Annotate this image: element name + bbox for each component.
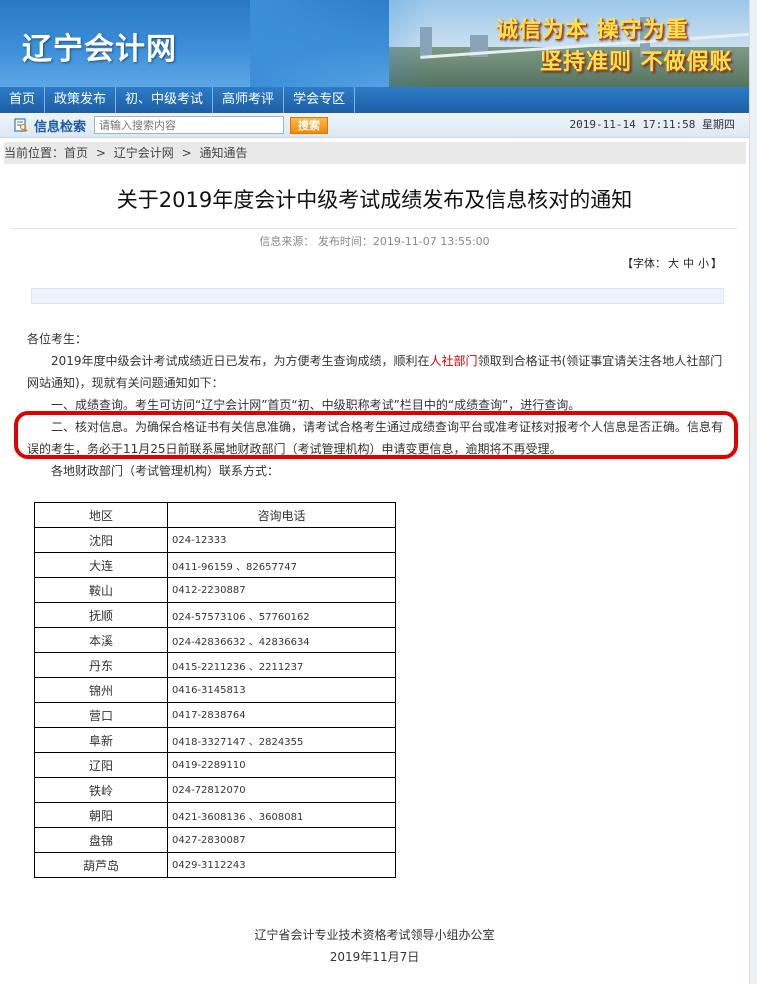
- search-button[interactable]: 搜索: [290, 116, 329, 134]
- table-row: 大连 0411-96159 、82657747: [34, 552, 396, 578]
- column-header-phone: 咨询电话: [167, 502, 396, 528]
- phone-cell: 0412-2230887: [167, 577, 396, 603]
- region-cell: 丹东: [34, 652, 168, 678]
- region-cell: 沈阳: [34, 527, 168, 553]
- phone-cell: 0417-2838764: [167, 702, 396, 728]
- page-scrollbar[interactable]: [749, 0, 757, 984]
- table-row: 抚顺 024-57573106 、57760162: [34, 602, 396, 628]
- slogan-line-2: 坚持准则 不做假账: [540, 49, 733, 75]
- table-row: 本溪 024-42836632 、42836634: [34, 627, 396, 653]
- region-cell: 锦州: [34, 677, 168, 703]
- region-cell: 阜新: [34, 727, 168, 753]
- font-size-switcher: 【字体：大中小】: [622, 255, 722, 271]
- search-icon: [14, 118, 28, 132]
- table-row: 盘锦 0427-2830087: [34, 827, 396, 853]
- font-size-close: 】: [711, 257, 722, 270]
- breadcrumb-separator: >: [95, 146, 106, 160]
- highlight-annotation: [14, 411, 738, 459]
- nav-item-policy[interactable]: 政策发布: [45, 87, 117, 113]
- breadcrumb-site[interactable]: 辽宁会计网: [114, 146, 174, 160]
- nav-item-society[interactable]: 学会专区: [284, 87, 356, 113]
- nav-item-home[interactable]: 首页: [0, 87, 46, 113]
- region-cell: 抚顺: [34, 602, 168, 628]
- table-row: 辽阳 0419-2289110: [34, 752, 396, 778]
- breadcrumb-separator: >: [181, 146, 192, 160]
- phone-cell: 024-42836632 、42836634: [167, 627, 396, 653]
- main-nav: 首页 政策发布 初、中级考试 高师考评 学会专区: [0, 87, 749, 113]
- phone-cell: 0416-3145813: [167, 677, 396, 703]
- table-row: 朝阳 0421-3608136 、3608081: [34, 802, 396, 828]
- phone-cell: 024-12333: [167, 527, 396, 553]
- paragraph-contacts-intro: 各地财政部门（考试管理机构）联系方式：: [51, 464, 280, 478]
- font-size-medium[interactable]: 中: [683, 257, 694, 270]
- search-input[interactable]: [94, 116, 285, 134]
- phone-cell: 024-72812070: [167, 777, 396, 803]
- table-row: 锦州 0416-3145813: [34, 677, 396, 703]
- title-divider: [12, 228, 737, 229]
- region-cell: 本溪: [34, 627, 168, 653]
- paragraph-intro: 2019年度中级会计考试成绩近日已发布，为方便考生查询成绩，顺利在人社部门领取到…: [27, 350, 723, 394]
- article-meta: 信息来源： 发布时间：2019-11-07 13:55:00: [259, 235, 490, 248]
- nav-item-exam[interactable]: 初、中级考试: [116, 87, 214, 113]
- table-header-row: 地区 咨询电话: [34, 502, 396, 528]
- search-label: 信息检索: [34, 119, 87, 135]
- phone-cell: 024-57573106 、57760162: [167, 602, 396, 628]
- article-signature: 辽宁省会计专业技术资格考试领导小组办公室 2019年11月7日: [0, 924, 749, 968]
- region-cell: 葫芦岛: [34, 852, 168, 878]
- table-row: 沈阳 024-12333: [34, 527, 396, 553]
- slogan-line-1: 诚信为本 操守为重: [496, 17, 689, 43]
- region-cell: 铁岭: [34, 777, 168, 803]
- table-row: 营口 0417-2838764: [34, 702, 396, 728]
- phone-cell: 0429-3112243: [167, 852, 396, 878]
- notice-bar: [31, 288, 724, 304]
- signature-org: 辽宁省会计专业技术资格考试领导小组办公室: [254, 928, 495, 942]
- page: 辽宁会计网 诚信为本 操守为重 坚持准则 不做假账 首页 政策发布 初、中级考试…: [0, 0, 749, 984]
- table-row: 铁岭 024-72812070: [34, 777, 396, 803]
- signature-date: 2019年11月7日: [329, 950, 420, 964]
- phone-cell: 0415-2211236 、2211237: [167, 652, 396, 678]
- current-datetime: 2019-11-14 17:11:58 星期四: [569, 118, 735, 131]
- search-bar: 信息检索 搜索 2019-11-14 17:11:58 星期四: [0, 113, 749, 138]
- table-row: 鞍山 0412-2230887: [34, 577, 396, 603]
- phone-cell: 0427-2830087: [167, 827, 396, 853]
- phone-cell: 0419-2289110: [167, 752, 396, 778]
- paragraph-text: 2019年度中级会计考试成绩近日已发布，为方便考生查询成绩，顺利在: [51, 354, 430, 368]
- font-size-label: 【字体：: [622, 257, 666, 270]
- font-size-large[interactable]: 大: [668, 257, 679, 270]
- site-banner: 辽宁会计网 诚信为本 操守为重 坚持准则 不做假账: [0, 0, 749, 87]
- breadcrumb-prefix: 当前位置：: [4, 146, 65, 160]
- region-cell: 盘锦: [34, 827, 168, 853]
- contact-table: 地区 咨询电话 沈阳 024-12333 大连 0411-96159 、826577…: [34, 502, 396, 878]
- greeting: 各位考生：: [27, 332, 88, 346]
- breadcrumb-home[interactable]: 首页: [64, 146, 88, 160]
- phone-cell: 0411-96159 、82657747: [167, 552, 396, 578]
- site-logo[interactable]: 辽宁会计网: [22, 24, 177, 68]
- breadcrumb: 当前位置：首页 > 辽宁会计网 > 通知通告: [4, 142, 746, 164]
- hr-department-link[interactable]: 人社部门: [430, 354, 478, 368]
- banner-fade: [250, 0, 430, 87]
- phone-cell: 0421-3608136 、3608081: [167, 802, 396, 828]
- region-cell: 鞍山: [34, 577, 168, 603]
- page-title: 关于2019年度会计中级考试成绩发布及信息核对的通知: [116, 188, 633, 212]
- column-header-region: 地区: [34, 502, 168, 528]
- table-row: 葫芦岛 0429-3112243: [34, 852, 396, 878]
- region-cell: 辽阳: [34, 752, 168, 778]
- nav-item-senior-review[interactable]: 高师考评: [213, 87, 285, 113]
- region-cell: 朝阳: [34, 802, 168, 828]
- region-cell: 大连: [34, 552, 168, 578]
- region-cell: 营口: [34, 702, 168, 728]
- font-size-small[interactable]: 小: [698, 257, 709, 270]
- table-row: 阜新 0418-3327147 、2824355: [34, 727, 396, 753]
- breadcrumb-notices[interactable]: 通知通告: [199, 146, 247, 160]
- phone-cell: 0418-3327147 、2824355: [167, 727, 396, 753]
- table-row: 丹东 0415-2211236 、2211237: [34, 652, 396, 678]
